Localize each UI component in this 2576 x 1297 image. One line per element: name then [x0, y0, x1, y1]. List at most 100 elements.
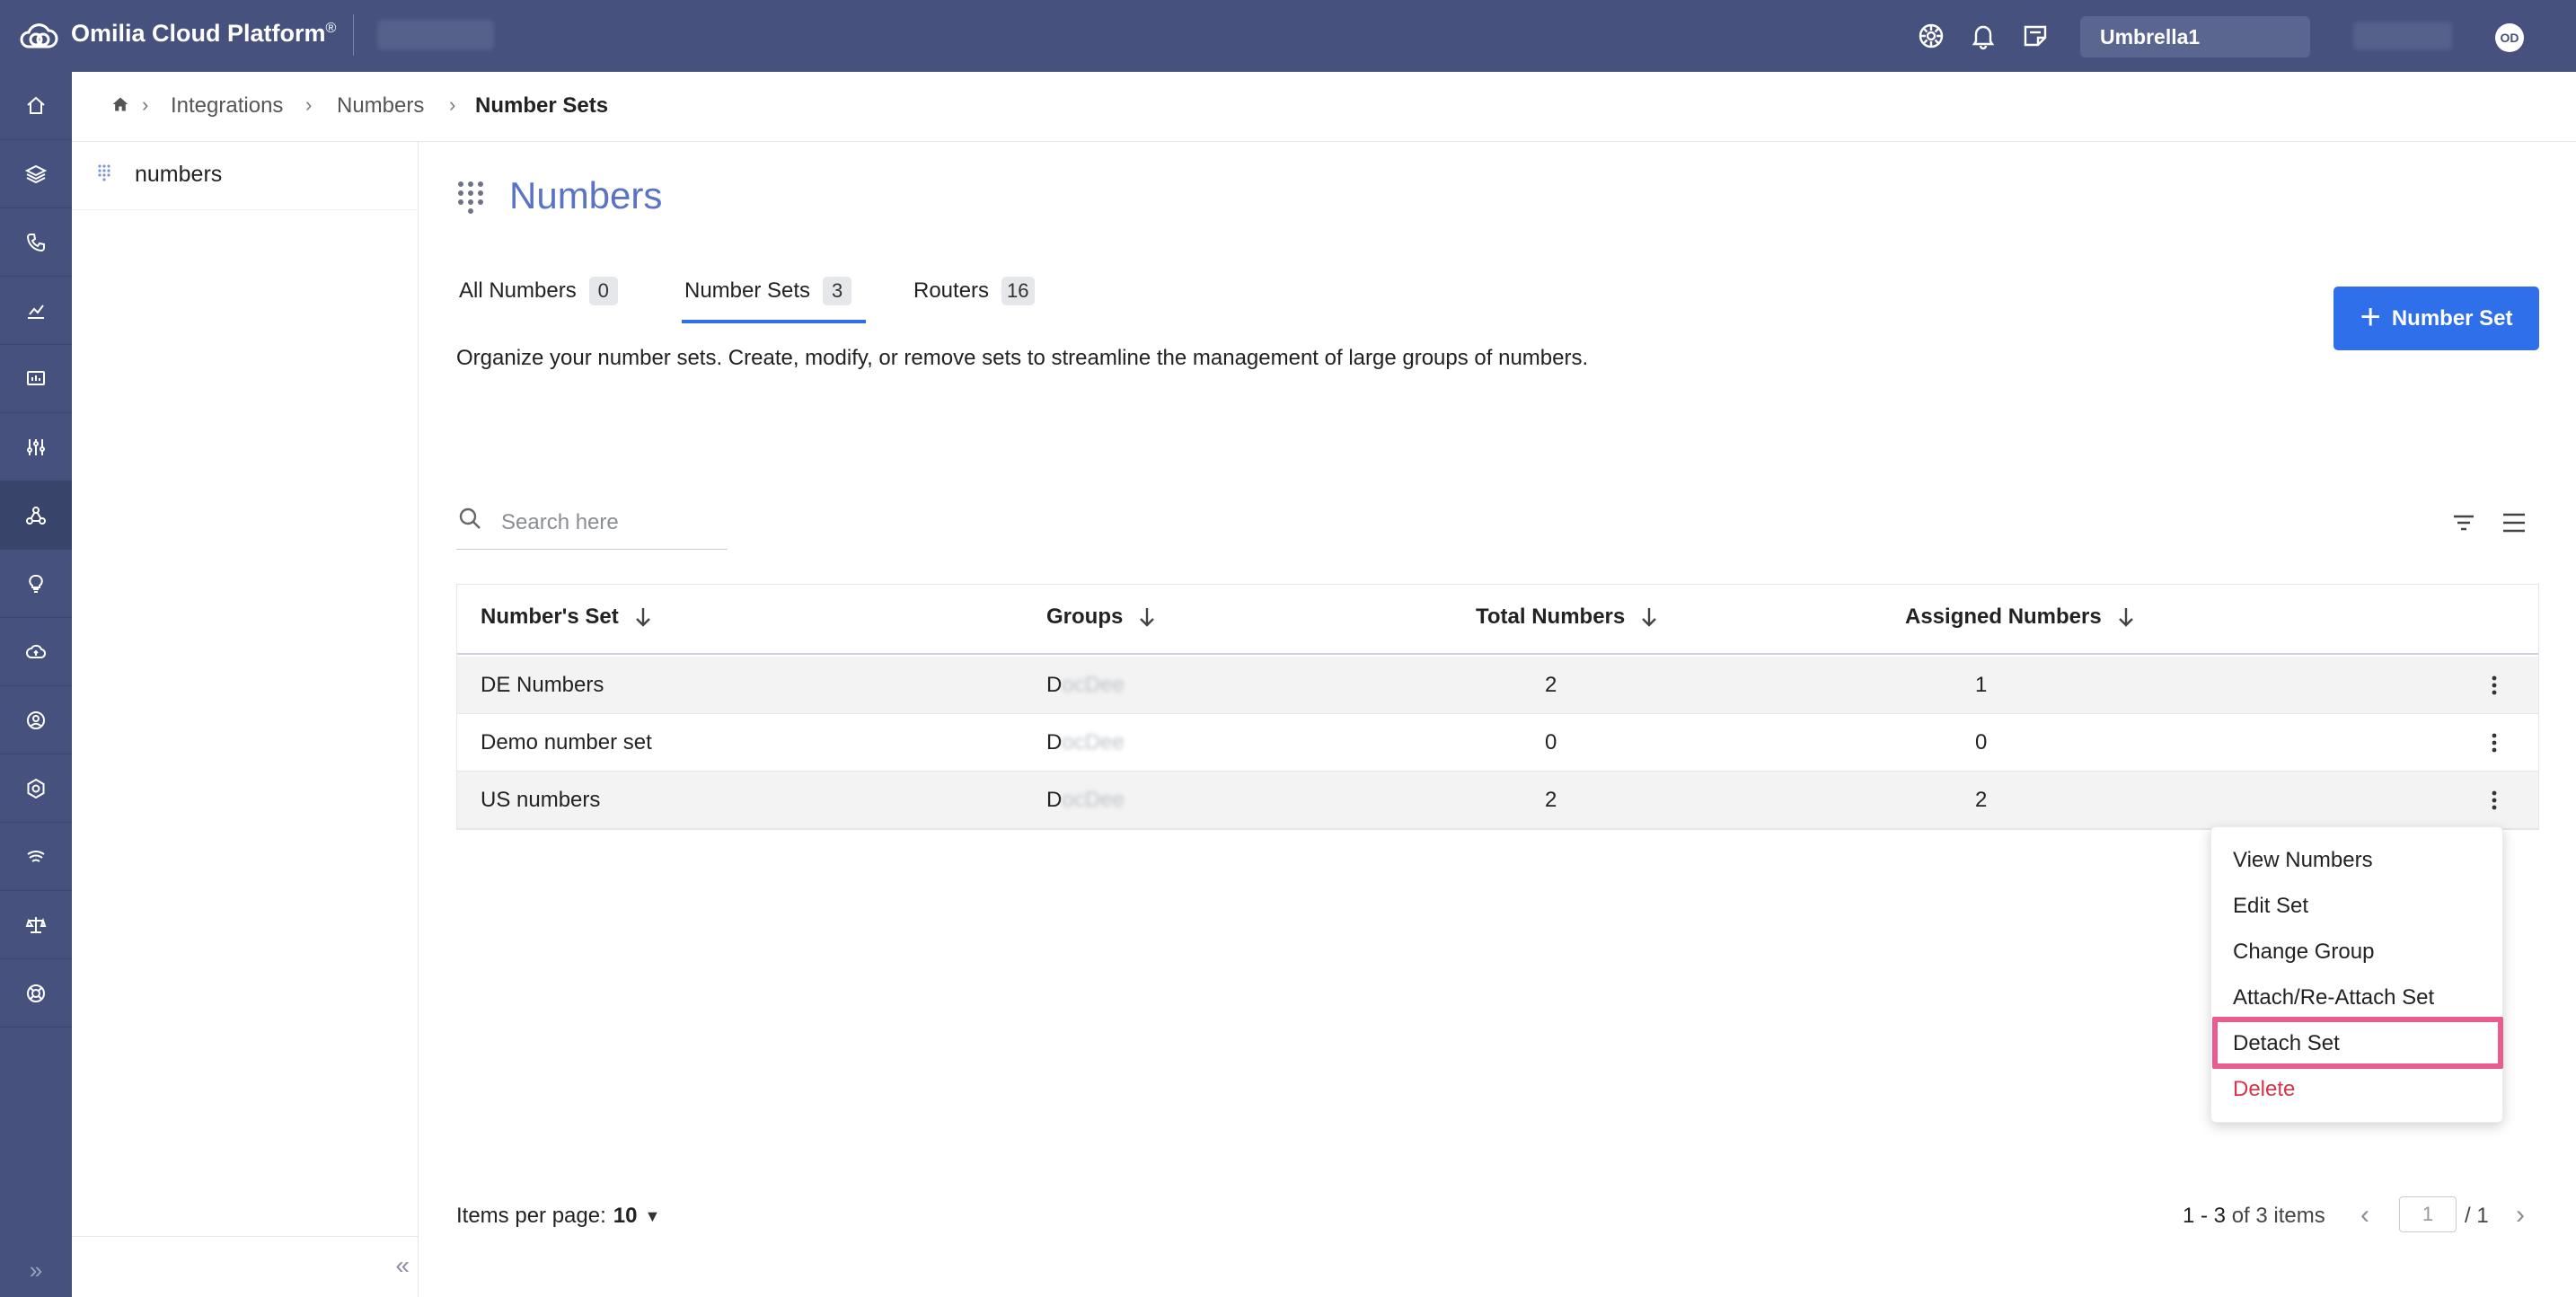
table-row[interactable]: US numbers DocDee 2 2 — [457, 772, 2538, 829]
breadcrumb-numbers[interactable]: Numbers — [337, 93, 424, 119]
cell-group: DocDee — [1046, 788, 1125, 812]
left-rail — [0, 72, 72, 1297]
notes-icon[interactable] — [2021, 22, 2050, 50]
breadcrumb: › Integrations › Numbers › Number Sets — [72, 72, 2576, 142]
speech-icon[interactable] — [0, 823, 72, 891]
search-icon — [458, 507, 483, 532]
settings-icon[interactable] — [0, 754, 72, 823]
page-total: / 1 — [2465, 1204, 2489, 1228]
bell-icon[interactable] — [1969, 22, 1998, 50]
app-name[interactable]: Omilia Cloud Platform® — [71, 20, 336, 48]
tab-label: Number Sets — [684, 278, 811, 303]
cell-set: US numbers — [481, 788, 601, 812]
side-panel: numbers « — [72, 142, 419, 1297]
tab-routers[interactable]: Routers 16 — [913, 277, 1035, 305]
breadcrumb-integrations[interactable]: Integrations — [171, 93, 283, 119]
items-per-page[interactable]: Items per page: 10 ▼ — [456, 1204, 660, 1229]
column-header-set[interactable]: Number's Set — [481, 604, 653, 630]
items-per-page-label: Items per page: — [456, 1204, 606, 1228]
dashboard-icon[interactable] — [0, 345, 72, 413]
tenant-selector[interactable]: Umbrella1 — [2080, 16, 2310, 57]
row-actions-icon[interactable] — [2485, 669, 2503, 701]
items-per-page-value[interactable]: 10 — [613, 1204, 638, 1229]
add-number-set-button[interactable]: + Number Set — [2333, 287, 2539, 350]
menu-item-view-numbers[interactable]: View Numbers — [2211, 840, 2504, 886]
layers-icon[interactable] — [0, 140, 72, 208]
breadcrumb-separator: › — [449, 93, 456, 116]
page-description: Organize your number sets. Create, modif… — [456, 346, 1589, 370]
sidepanel-footer: « — [72, 1236, 419, 1297]
breadcrumb-separator: › — [305, 93, 313, 116]
menu-item-attach-set[interactable]: Attach/Re-Attach Set — [2211, 977, 2504, 1023]
menu-item-edit-set[interactable]: Edit Set — [2211, 886, 2504, 931]
dial-icon[interactable] — [1917, 22, 1945, 50]
lightbulb-icon[interactable] — [0, 550, 72, 618]
sliders-icon[interactable] — [0, 413, 72, 481]
cloud-logo-icon[interactable] — [18, 18, 59, 54]
filter-icon[interactable] — [2451, 510, 2476, 535]
tab-count-badge: 0 — [588, 277, 618, 305]
sort-arrow-icon[interactable] — [1137, 605, 1157, 629]
menu-item-delete[interactable]: Delete — [2211, 1069, 2504, 1115]
column-header-groups[interactable]: Groups — [1046, 604, 1157, 630]
cell-total: 2 — [1545, 788, 1557, 812]
pagination-range: 1 - 3 of 3 items — [2183, 1204, 2325, 1228]
integrations-icon[interactable] — [0, 481, 72, 550]
cell-set: Demo number set — [481, 730, 652, 754]
support-icon[interactable] — [0, 686, 72, 754]
column-header-total[interactable]: Total Numbers — [1476, 604, 1659, 630]
prev-page-icon[interactable]: ‹ — [2360, 1200, 2369, 1231]
row-actions-icon[interactable] — [2485, 727, 2503, 759]
user-avatar[interactable]: OD — [2495, 23, 2524, 52]
home-icon[interactable] — [0, 72, 72, 140]
analytics-icon[interactable] — [0, 277, 72, 345]
search-box — [456, 499, 728, 550]
column-header-assigned[interactable]: Assigned Numbers — [1905, 604, 2136, 630]
page-number-input[interactable]: 1 — [2399, 1196, 2457, 1232]
tab-all-numbers[interactable]: All Numbers 0 — [459, 277, 618, 305]
tab-label: All Numbers — [459, 278, 577, 303]
search-input[interactable] — [501, 507, 717, 539]
caret-down-icon[interactable]: ▼ — [644, 1207, 660, 1226]
tab-label: Routers — [913, 278, 990, 303]
cell-group: DocDee — [1046, 730, 1125, 754]
home-icon[interactable] — [111, 95, 129, 113]
sort-arrow-icon[interactable] — [633, 605, 653, 629]
breadcrumb-number-sets: Number Sets — [475, 93, 609, 118]
table-row[interactable]: Demo number set DocDee 0 0 — [457, 714, 2538, 772]
menu-item-change-group[interactable]: Change Group — [2211, 931, 2504, 977]
cell-total: 0 — [1545, 730, 1557, 754]
plus-icon: + — [2360, 296, 2381, 337]
dialpad-icon — [97, 163, 111, 183]
expand-rail-icon[interactable]: » — [0, 1243, 72, 1297]
page-title: Numbers — [509, 174, 663, 216]
phone-icon[interactable] — [0, 208, 72, 277]
sort-arrow-icon[interactable] — [2116, 605, 2136, 629]
balance-icon[interactable] — [0, 891, 72, 959]
row-actions-icon[interactable] — [2485, 784, 2503, 816]
breadcrumb-separator: › — [142, 93, 149, 116]
menu-item-detach-set[interactable]: Detach Set — [2211, 1023, 2504, 1069]
number-sets-table: Number's Set Groups Total Numbers Assign… — [456, 584, 2539, 830]
cloud-upload-icon[interactable] — [0, 618, 72, 686]
cell-total: 2 — [1545, 673, 1557, 697]
add-number-set-label: Number Set — [2391, 305, 2513, 331]
top-bar: Omilia Cloud Platform® Umbrella1 OD — [0, 0, 2576, 72]
tab-count-badge: 16 — [1001, 277, 1035, 305]
redacted-field — [2353, 22, 2452, 50]
help-icon[interactable] — [0, 959, 72, 1028]
table-header: Number's Set Groups Total Numbers Assign… — [457, 585, 2538, 655]
column-menu-icon[interactable] — [2501, 510, 2527, 535]
cell-assigned: 0 — [1975, 730, 1988, 754]
redacted-field — [377, 20, 494, 50]
tab-count-badge: 3 — [823, 277, 852, 305]
dialpad-icon — [456, 180, 485, 216]
topbar-divider — [353, 14, 354, 56]
collapse-panel-icon[interactable]: « — [395, 1251, 410, 1280]
tab-number-sets[interactable]: Number Sets 3 — [684, 277, 852, 305]
sidepanel-item-label: numbers — [135, 162, 223, 187]
next-page-icon[interactable]: › — [2516, 1200, 2525, 1231]
sidepanel-item-numbers[interactable]: numbers — [72, 142, 419, 210]
table-row[interactable]: DE Numbers DocDee 2 1 — [457, 657, 2538, 714]
sort-arrow-icon[interactable] — [1639, 605, 1659, 629]
